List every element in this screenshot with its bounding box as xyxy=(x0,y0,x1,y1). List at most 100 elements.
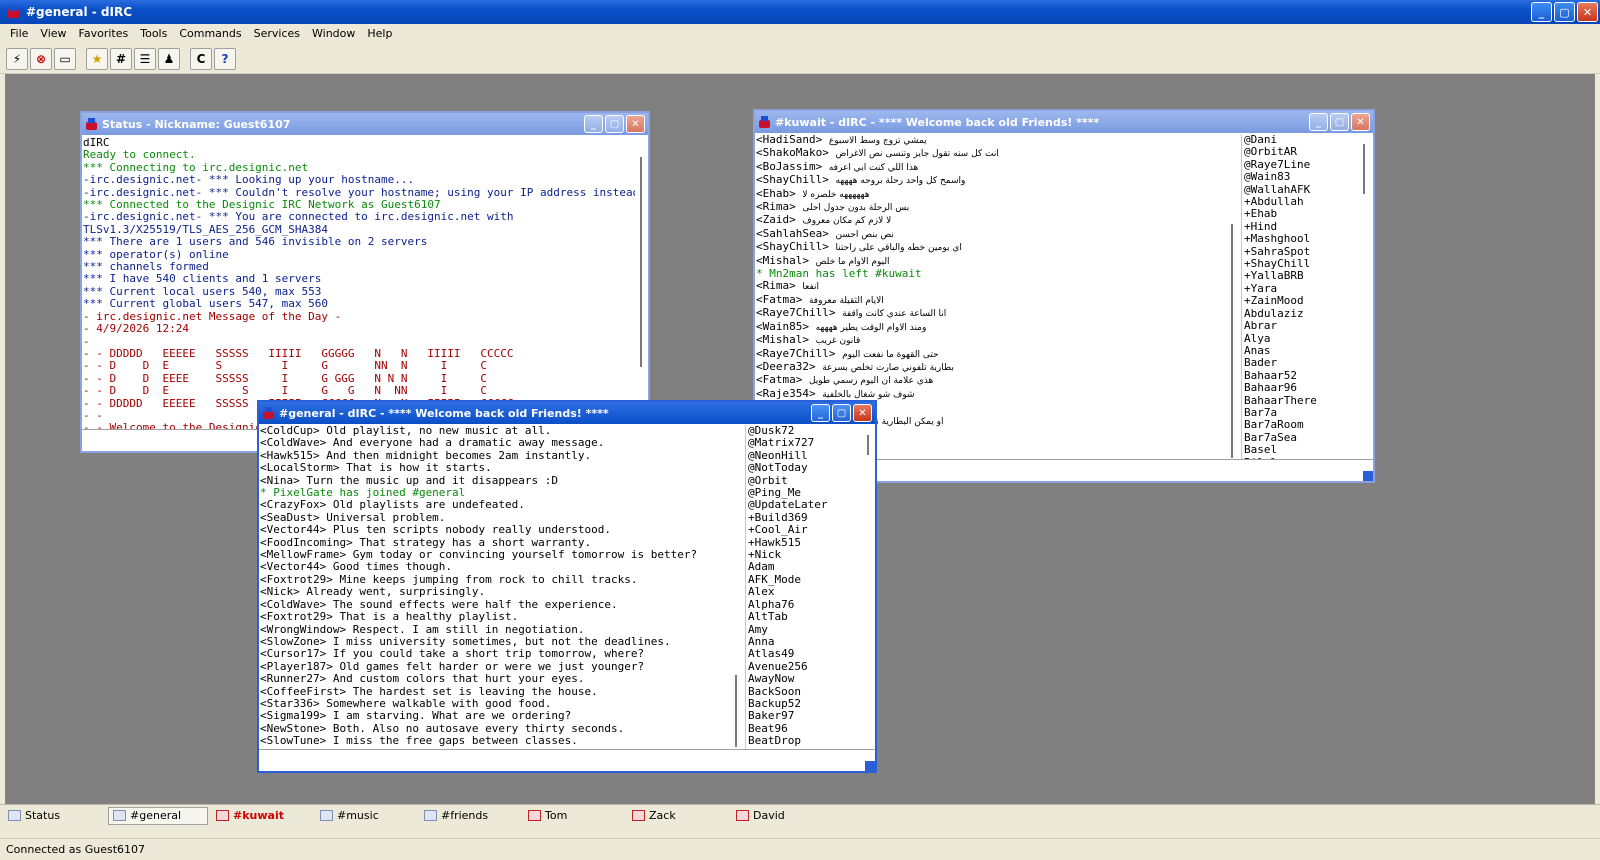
kuwait-close-button[interactable]: ✕ xyxy=(1351,113,1370,131)
message-text: لا لازم كم مكان معروف xyxy=(802,216,892,227)
nick-list-item[interactable]: +ZainMood xyxy=(1244,294,1359,307)
general-message-line: <Runner27> And custom colors that hurt y… xyxy=(260,672,585,686)
nick-list-item[interactable]: +Ehab xyxy=(1244,208,1359,221)
switcher-tab-david[interactable]: David xyxy=(732,807,832,825)
general-nick-list[interactable]: @Dusk72 @Matrix727 @NeonHill @NotToday @Orbi… xyxy=(745,425,863,749)
help-button[interactable]: ? xyxy=(214,47,236,70)
general-message-line: <SlowTune> I miss the free gaps between … xyxy=(260,734,578,748)
status-line: *** Current global users 547, max 560 xyxy=(83,297,329,311)
favorites-button[interactable]: ★ xyxy=(86,47,108,70)
status-window-button[interactable]: ▭ xyxy=(54,47,76,70)
general-message-line: <Cursor17> If you could take a short tri… xyxy=(260,647,645,661)
message-nick: <Zaid> xyxy=(756,213,796,227)
menu-services[interactable]: Services xyxy=(248,27,306,40)
nick-list-item[interactable]: +Mashghool xyxy=(1244,232,1359,245)
channels-button[interactable]: # xyxy=(110,47,132,70)
switcher-tab-music[interactable]: #music xyxy=(316,807,416,825)
switcher-tab-zack[interactable]: Zack xyxy=(628,807,728,825)
message-nick: <Deera32> xyxy=(756,359,816,373)
message-text: حتى القهوة ما نفعت اليوم xyxy=(842,349,939,360)
kuwait-nick-scrollbar[interactable] xyxy=(1359,134,1371,460)
general-resize-grip[interactable] xyxy=(865,761,875,771)
nick-list-item[interactable]: Bader xyxy=(1244,356,1359,369)
menu-favorites[interactable]: Favorites xyxy=(73,27,135,40)
list-button[interactable]: ☰ xyxy=(134,47,156,70)
kuwait-message-scrollbar[interactable] xyxy=(1227,134,1239,460)
general-maximize-button[interactable]: ▢ xyxy=(832,404,851,422)
nick-list-item[interactable]: Alex xyxy=(748,585,863,598)
menu-commands[interactable]: Commands xyxy=(173,27,247,40)
nick-list-item[interactable]: @UpdateLater xyxy=(748,499,863,512)
nick-list-item[interactable]: Bahaar96 xyxy=(1244,381,1359,394)
menu-tools[interactable]: Tools xyxy=(134,27,173,40)
general-message-line: <Foxtrot29> That is a healthy playlist. xyxy=(260,610,519,624)
menu-window[interactable]: Window xyxy=(306,27,361,40)
nick-list-item[interactable]: +Cool_Air xyxy=(748,523,863,536)
status-window-title-bar[interactable]: Status - Nickname: Guest6107 _ ▢ ✕ xyxy=(82,113,648,135)
nick-list-item[interactable]: @NotToday xyxy=(748,461,863,474)
general-window[interactable]: #general - dIRC - **** Welcome back old … xyxy=(257,400,877,773)
nick-list-item[interactable]: Atlas49 xyxy=(748,647,863,660)
nick-list-item[interactable]: BeatDrop xyxy=(748,734,863,747)
general-window-icon xyxy=(263,407,275,419)
status-line: - 4/9/2026 12:24 xyxy=(83,322,189,336)
colors-button[interactable]: C xyxy=(190,47,212,70)
general-message-scrollbar[interactable] xyxy=(731,425,743,749)
message-text: هذي علامة ان اليوم رسمي طويل xyxy=(808,376,934,387)
kuwait-minimize-button[interactable]: _ xyxy=(1309,113,1328,131)
message-nick: <Raye7Chill> xyxy=(756,346,836,360)
nick-list-item[interactable]: Abrar xyxy=(1244,319,1359,332)
nick-list-item[interactable]: @OrbitAR xyxy=(1244,145,1359,158)
nick-list-item[interactable]: Baker97 xyxy=(748,709,863,722)
status-line: -irc.designic.net- *** You are connected… xyxy=(83,210,514,224)
users-button[interactable]: ♟ xyxy=(158,47,180,70)
nick-list-item[interactable]: @Matrix727 xyxy=(748,436,863,449)
general-window-title-bar[interactable]: #general - dIRC - **** Welcome back old … xyxy=(259,402,875,424)
kuwait-message-line: <Fatma> هذي علامة ان اليوم رسمي طويل xyxy=(756,374,1226,387)
menu-file[interactable]: File xyxy=(4,27,34,40)
general-input[interactable] xyxy=(259,749,875,771)
status-minimize-button[interactable]: _ xyxy=(584,115,603,133)
kuwait-resize-grip[interactable] xyxy=(1363,471,1373,481)
status-close-button[interactable]: ✕ xyxy=(626,115,645,133)
switcher-tab-friends[interactable]: #friends xyxy=(420,807,520,825)
toolbar: ⚡ ⊗ ▭ ★ # ☰ ♟ C? xyxy=(0,44,1600,74)
message-nick: <Mishal> xyxy=(756,333,809,347)
connect-button[interactable]: ⚡ xyxy=(6,47,28,70)
message-text: شوف شو شغال بالخلفية xyxy=(822,389,915,400)
disconnect-button[interactable]: ⊗ xyxy=(30,47,52,70)
nick-list-item[interactable]: Basel xyxy=(1244,443,1359,456)
nick-list-item[interactable]: Adam xyxy=(748,561,863,574)
nick-list-item[interactable]: @Wain83 xyxy=(1244,170,1359,183)
message-text: بس الرحلة بدون جدول احلى xyxy=(802,203,910,214)
switcher-tab-tom[interactable]: Tom xyxy=(524,807,624,825)
kuwait-message-line: <Rima> انفعا xyxy=(756,280,1226,293)
general-minimize-button[interactable]: _ xyxy=(811,404,830,422)
close-button[interactable]: ✕ xyxy=(1577,2,1598,22)
switcher-tab-kuwait[interactable]: #kuwait xyxy=(212,807,312,825)
nick-list-item[interactable]: +YallaBRB xyxy=(1244,270,1359,283)
query-icon xyxy=(632,810,645,821)
status-maximize-button[interactable]: ▢ xyxy=(605,115,624,133)
general-close-button[interactable]: ✕ xyxy=(853,404,872,422)
channel-icon xyxy=(113,810,126,821)
message-text: انت كل سنه تقول جايز وتنسى نص الاغراض xyxy=(835,149,999,160)
menu-help[interactable]: Help xyxy=(361,27,398,40)
minimize-button[interactable]: _ xyxy=(1531,2,1552,22)
status-scrollbar[interactable] xyxy=(636,137,648,429)
kuwait-window-title-bar[interactable]: #kuwait - dIRC - **** Welcome back old F… xyxy=(755,111,1373,133)
switcher-tab-status[interactable]: Status xyxy=(4,807,104,825)
nick-list-item[interactable]: AltTab xyxy=(748,610,863,623)
maximize-button[interactable]: ▢ xyxy=(1554,2,1575,22)
nick-list-item[interactable]: Bar7aRoom xyxy=(1244,418,1359,431)
nick-list-item[interactable]: AwayNow xyxy=(748,672,863,685)
menu-bar: File View Favorites Tools Commands Services Wi… xyxy=(0,24,1600,42)
kuwait-nick-list[interactable]: @Dani @OrbitAR @Raye7Line @Wain83 @WallahAFK… xyxy=(1241,134,1359,460)
switcher-tab-general[interactable]: #general xyxy=(108,806,208,825)
general-message-line: <Vector44> Good times though. xyxy=(260,560,453,574)
menu-view[interactable]: View xyxy=(34,27,72,40)
kuwait-message-line: <Mishal> اليوم الاوام ما خلص xyxy=(756,254,1226,268)
general-nick-scrollbar[interactable] xyxy=(863,425,875,749)
connection-status: Connected as Guest6107 xyxy=(6,843,145,856)
kuwait-maximize-button[interactable]: ▢ xyxy=(1330,113,1349,131)
